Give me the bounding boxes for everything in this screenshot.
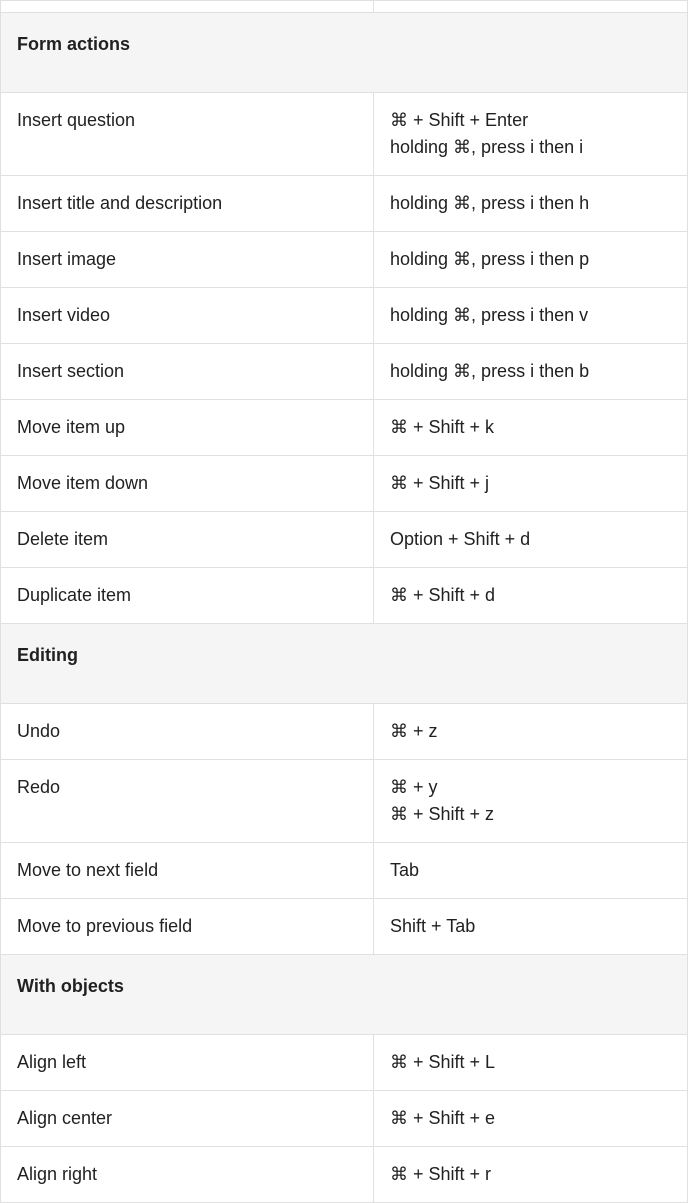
shortcut-cell: ⌘ + Shift + L [374,1035,688,1091]
action-cell: Move item up [1,400,374,456]
shortcut-cell: holding ⌘, press i then v [374,288,688,344]
table-row: Move to next field Tab [1,843,688,899]
table-row: Insert video holding ⌘, press i then v [1,288,688,344]
shortcut-text: ⌘ + Shift + L [390,1049,671,1076]
table-row: Insert section holding ⌘, press i then b [1,344,688,400]
table-row: Delete item Option + Shift + d [1,512,688,568]
shortcut-cell: ⌘ + Shift + j [374,456,688,512]
shortcut-cell: ⌘ + Shift + r [374,1147,688,1203]
action-cell: Redo [1,760,374,843]
shortcut-cell: ⌘ + Shift + k [374,400,688,456]
action-cell: Insert question [1,93,374,176]
shortcut-text: ⌘ + Shift + r [390,1161,671,1188]
action-cell: Move to previous field [1,899,374,955]
shortcut-text: Option + Shift + d [390,526,671,553]
shortcut-text: Shift + Tab [390,913,671,940]
table-row: Redo⌘ + y⌘ + Shift + z [1,760,688,843]
shortcut-text: ⌘ + Shift + z [390,801,671,828]
shortcut-text: holding ⌘, press i then p [390,246,671,273]
table-row: Align left ⌘ + Shift + L [1,1035,688,1091]
shortcut-cell: ⌘ + Shift + Enterholding ⌘, press i then… [374,93,688,176]
shortcut-text: ⌘ + Shift + j [390,470,671,497]
section-title: With objects [1,955,688,1035]
action-cell: Insert image [1,232,374,288]
shortcut-text: Tab [390,857,671,884]
action-cell: Insert video [1,288,374,344]
shortcut-cell: holding ⌘, press i then b [374,344,688,400]
shortcut-text: holding ⌘, press i then h [390,190,671,217]
table-row: Insert question⌘ + Shift + Enterholding … [1,93,688,176]
shortcut-text: ⌘ + Shift + Enter [390,107,671,134]
shortcut-text: ⌘ + Shift + d [390,582,671,609]
section-header: Editing [1,624,688,704]
action-cell: Duplicate item [1,568,374,624]
action-cell: Insert title and description [1,176,374,232]
action-cell: Align right [1,1147,374,1203]
table-row: Undo ⌘ + z [1,704,688,760]
action-cell: Move to next field [1,843,374,899]
table-row: Duplicate item ⌘ + Shift + d [1,568,688,624]
shortcut-cell: ⌘ + y⌘ + Shift + z [374,760,688,843]
action-cell: Undo [1,704,374,760]
shortcut-text: ⌘ + z [390,718,671,745]
table-row: Align center ⌘ + Shift + e [1,1091,688,1147]
section-header: With objects [1,955,688,1035]
table-row: Insert title and description holding ⌘, p… [1,176,688,232]
table-row: Move to previous field Shift + Tab [1,899,688,955]
table-row: Move item up ⌘ + Shift + k [1,400,688,456]
shortcut-text: holding ⌘, press i then v [390,302,671,329]
table-top-stub [1,1,688,13]
shortcut-text: ⌘ + y [390,774,671,801]
table-row: Insert image holding ⌘, press i then p [1,232,688,288]
shortcut-cell: ⌘ + Shift + d [374,568,688,624]
action-cell: Insert section [1,344,374,400]
table-row: Move item down ⌘ + Shift + j [1,456,688,512]
shortcut-text: ⌘ + Shift + k [390,414,671,441]
shortcuts-table: Form actionsInsert question⌘ + Shift + E… [0,0,688,1203]
action-cell: Align center [1,1091,374,1147]
action-cell: Move item down [1,456,374,512]
shortcut-cell: ⌘ + Shift + e [374,1091,688,1147]
shortcut-text: holding ⌘, press i then i [390,134,671,161]
shortcut-text: ⌘ + Shift + e [390,1105,671,1132]
shortcut-text: holding ⌘, press i then b [390,358,671,385]
shortcut-cell: Shift + Tab [374,899,688,955]
action-cell: Align left [1,1035,374,1091]
shortcut-cell: Option + Shift + d [374,512,688,568]
shortcut-cell: holding ⌘, press i then h [374,176,688,232]
action-cell: Delete item [1,512,374,568]
section-header: Form actions [1,13,688,93]
shortcut-cell: ⌘ + z [374,704,688,760]
table-row: Align right ⌘ + Shift + r [1,1147,688,1203]
section-title: Editing [1,624,688,704]
shortcut-cell: holding ⌘, press i then p [374,232,688,288]
section-title: Form actions [1,13,688,93]
shortcut-cell: Tab [374,843,688,899]
